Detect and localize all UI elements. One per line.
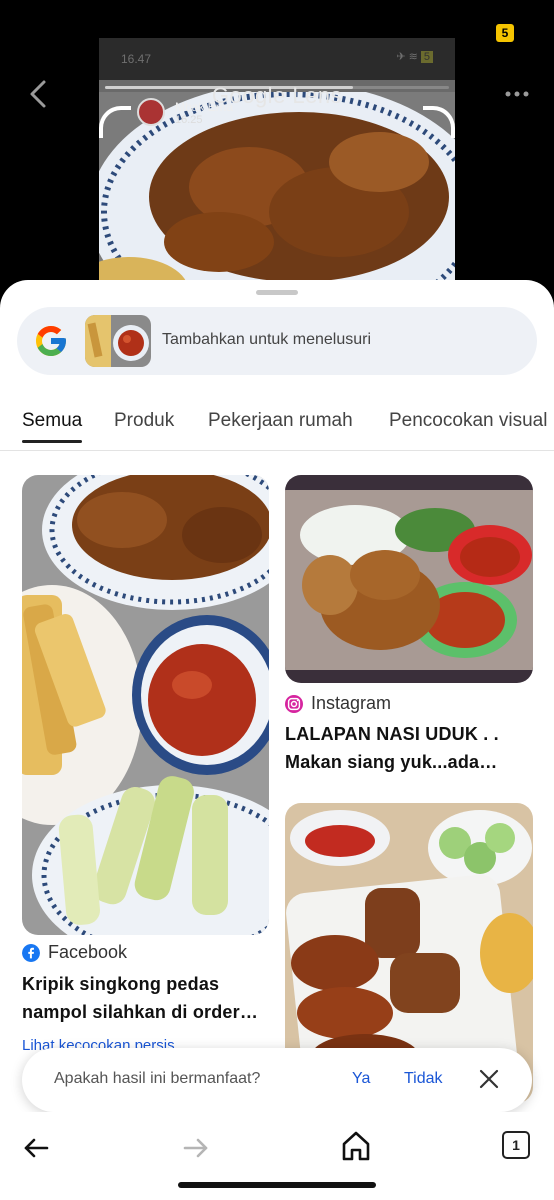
home-icon[interactable]	[341, 1130, 371, 1162]
tab-produk[interactable]: Produk	[114, 410, 174, 432]
tab-pekerjaan-rumah[interactable]: Pekerjaan rumah	[208, 410, 353, 432]
result-title-line: Kripik singkong pedas	[22, 974, 220, 994]
active-tab-indicator	[22, 440, 82, 443]
feedback-question: Apakah hasil ini bermanfaat?	[54, 1070, 261, 1087]
feedback-no-button[interactable]: Tidak	[404, 1070, 443, 1088]
captured-author-time: 16.25	[175, 114, 203, 126]
tabs-icon[interactable]: 1	[502, 1131, 530, 1159]
results-sheet: Tambahkan untuk menelusuri Semua Produk …	[0, 280, 554, 1200]
tab-semua[interactable]: Semua	[22, 410, 82, 432]
result-image-facebook[interactable]	[22, 475, 269, 935]
filter-tabs: Semua Produk Pekerjaan rumah Pencocokan …	[0, 410, 554, 450]
result-source-instagram[interactable]: Instagram	[285, 693, 391, 714]
result-title-line: nampol silahkan di order…	[22, 1002, 259, 1022]
tabs-divider	[0, 450, 554, 451]
instagram-icon	[285, 694, 303, 713]
search-placeholder: Tambahkan untuk menelusuri	[162, 331, 372, 348]
search-thumbnail-image[interactable]	[85, 315, 151, 367]
tab-pencocokan-visual[interactable]: Pencocokan visual	[389, 410, 547, 432]
facebook-icon	[22, 943, 40, 962]
notification-badge: 5	[496, 24, 514, 42]
result-source-name: Instagram	[311, 693, 392, 713]
result-title-line: LALAPAN NASI UDUK . .	[285, 724, 499, 744]
captured-status-bar: 16.47 ✈ ≋ 5	[99, 38, 455, 80]
result-image-instagram[interactable]	[285, 475, 533, 683]
captured-status-badge: 5	[420, 51, 433, 63]
google-g-icon	[36, 326, 66, 356]
feedback-prompt: Apakah hasil ini bermanfaat? Ya Tidak	[22, 1048, 532, 1112]
result-source-name: Facebook	[48, 942, 128, 962]
captured-status-icons: ✈ ≋ 5	[396, 50, 433, 63]
back-arrow-icon[interactable]	[22, 1134, 50, 1162]
sheet-drag-handle[interactable]	[256, 290, 298, 295]
result-title-instagram[interactable]: LALAPAN NASI UDUK . . Makan siang yuk...…	[285, 720, 535, 776]
search-bar[interactable]: Tambahkan untuk menelusuri	[17, 307, 537, 375]
forward-arrow-icon[interactable]	[182, 1134, 210, 1162]
captured-image[interactable]: 16.47 ✈ ≋ 5 Mbak Erna 16.25	[99, 38, 455, 300]
result-title-facebook[interactable]: Kripik singkong pedas nampol silahkan di…	[22, 970, 272, 1026]
result-title-line: Makan siang yuk...ada…	[285, 752, 498, 772]
app-root: 5 16.47 ✈ ≋ 5 Mbak Erna 16.25 Google Len…	[0, 0, 554, 1200]
home-indicator[interactable]	[178, 1182, 376, 1188]
close-icon[interactable]	[476, 1066, 502, 1092]
feedback-yes-button[interactable]: Ya	[352, 1070, 370, 1088]
captured-status-time: 16.47	[121, 52, 152, 66]
google-lens-title: Google Lens	[211, 83, 343, 108]
result-source-facebook[interactable]: Facebook	[22, 942, 127, 963]
